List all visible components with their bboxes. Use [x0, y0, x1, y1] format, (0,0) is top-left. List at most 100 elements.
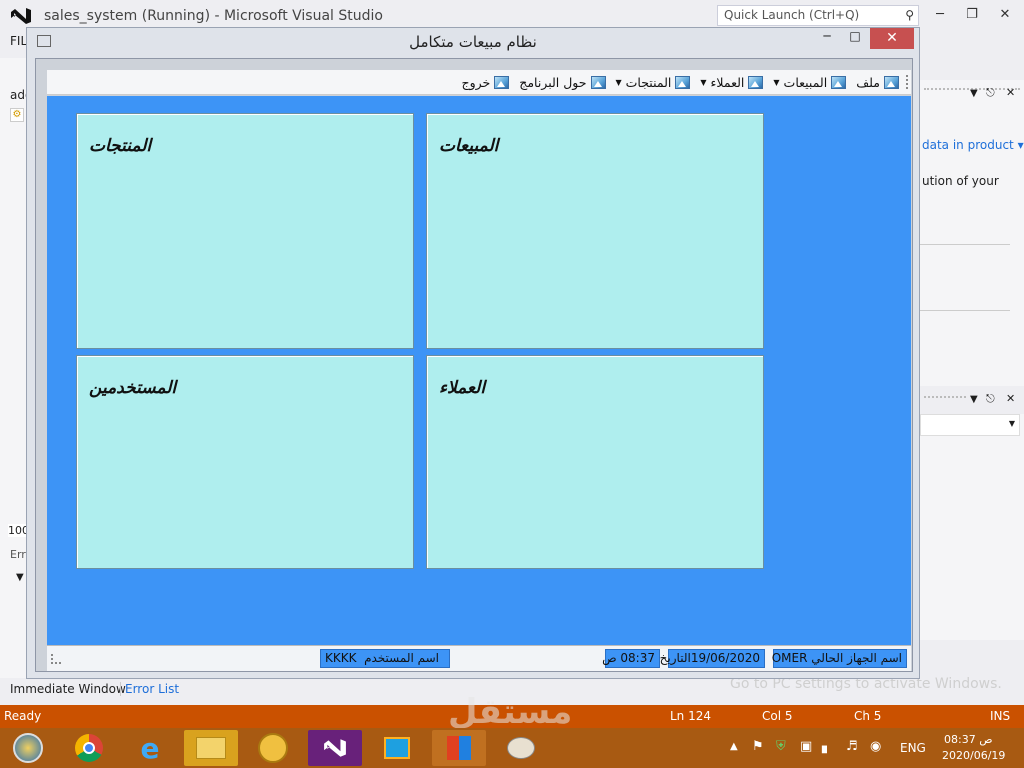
- clock-time[interactable]: 08:37 ص: [944, 733, 993, 746]
- status-ch: Ch 5: [854, 709, 882, 723]
- dropdown-arrow-icon: ▼: [773, 77, 780, 87]
- panel-customers-label: العملاء: [439, 378, 486, 398]
- start-button[interactable]: [2, 730, 54, 766]
- pin-icon[interactable]: ⎋: [986, 392, 995, 406]
- filter-icon[interactable]: ▼: [16, 572, 24, 583]
- language-indicator[interactable]: ENG: [900, 741, 926, 755]
- status-col: Col 5: [762, 709, 793, 723]
- zoom-level[interactable]: 100: [8, 524, 29, 537]
- menu-products[interactable]: المنتجات ▼: [616, 75, 691, 90]
- menu-label: المنتجات: [625, 74, 672, 90]
- panel-sales-label: المبيعات: [439, 136, 499, 156]
- taskbar-explorer[interactable]: [184, 730, 238, 766]
- link-text: data in product: [922, 138, 1014, 152]
- panel-customers[interactable]: العملاء: [426, 355, 764, 569]
- tab-error-list[interactable]: Error List: [120, 682, 179, 696]
- app-icon: [258, 733, 288, 763]
- app-client-area: ملف المبيعات ▼ العملاء ▼ المنتجات ▼ حول …: [35, 58, 913, 672]
- flag-icon[interactable]: ⚑: [752, 739, 764, 754]
- shield-icon[interactable]: ⛨: [776, 739, 786, 754]
- chrome-icon: [75, 734, 103, 762]
- minimize-button[interactable]: ─: [925, 4, 955, 26]
- picture-icon: [748, 75, 764, 89]
- window-title: sales_system (Running) - Microsoft Visua…: [44, 8, 383, 24]
- taskbar-visual-studio[interactable]: [308, 730, 362, 766]
- globe-icon[interactable]: ◉: [870, 739, 881, 754]
- data-in-product-link[interactable]: data in product ▾: [922, 138, 1024, 152]
- visual-studio-icon: [324, 739, 346, 757]
- paint-icon: [507, 737, 535, 759]
- vs-right-panel: ▼ ⎋ ✕ data in product ▾ ution of your ▼ …: [920, 80, 1024, 640]
- picture-icon: [675, 75, 691, 89]
- device-icon[interactable]: ▣: [800, 739, 812, 754]
- menu-label: خروج: [461, 74, 491, 90]
- panel-dropdown-icon[interactable]: ▼: [970, 394, 978, 405]
- app-window-icon: [447, 736, 471, 760]
- search-icon[interactable]: ⚲: [905, 8, 914, 22]
- panel-products[interactable]: المنتجات: [76, 113, 414, 349]
- panel-dropdown-icon[interactable]: ▼: [970, 88, 978, 99]
- app-main-area: المنتجات المبيعات المستخدمين العملاء: [47, 96, 911, 645]
- network-icon[interactable]: ▖: [822, 739, 832, 754]
- taskbar-windows-app[interactable]: [432, 730, 486, 766]
- divider: [920, 244, 1010, 245]
- panel-header-2: ▼ ⎋ ✕: [920, 386, 1024, 414]
- status-line: Ln 124: [670, 709, 712, 723]
- status-mode: INS: [990, 709, 1011, 723]
- status-date: 19/06/2020التاريخ: [660, 649, 765, 668]
- resize-grip-icon[interactable]: [51, 654, 61, 664]
- panel-select[interactable]: ▼: [920, 414, 1020, 436]
- picture-icon: [831, 75, 847, 89]
- menu-label: حول البرنامج: [519, 74, 587, 90]
- status-ready: Ready: [4, 709, 42, 723]
- volume-icon[interactable]: ♬: [846, 739, 858, 754]
- taskbar-media[interactable]: [370, 730, 424, 766]
- menu-exit[interactable]: خروج: [462, 75, 510, 90]
- media-player-icon: [384, 737, 410, 759]
- toolbox-icon[interactable]: ⚙: [10, 108, 24, 122]
- panel-close-icon[interactable]: ✕: [1006, 86, 1015, 99]
- panel-products-label: المنتجات: [89, 136, 152, 156]
- menu-about[interactable]: حول البرنامج: [519, 74, 606, 90]
- menu-customers[interactable]: العملاء ▼: [700, 74, 764, 90]
- internet-explorer-icon: e: [140, 731, 160, 765]
- taskbar-ie[interactable]: e: [123, 730, 177, 766]
- visual-studio-logo-icon: [11, 8, 31, 24]
- app-title-bar[interactable]: نظام مبيعات متكامل ─ □ ✕: [27, 28, 919, 58]
- taskbar-app-arabic[interactable]: [246, 730, 300, 766]
- panel-users[interactable]: المستخدمين: [76, 355, 414, 569]
- quick-launch-placeholder: Quick Launch (Ctrl+Q): [724, 8, 860, 22]
- menu-grip-handle[interactable]: [906, 75, 908, 89]
- pin-icon[interactable]: ⎋: [986, 86, 995, 100]
- quick-launch-input[interactable]: Quick Launch (Ctrl+Q) ⚲: [717, 5, 919, 26]
- folder-icon: [196, 737, 226, 759]
- clock-date[interactable]: 2020/06/19: [942, 749, 1005, 762]
- restore-button[interactable]: ❐: [957, 4, 987, 26]
- close-button[interactable]: ✕: [990, 4, 1020, 26]
- panel-sales[interactable]: المبيعات: [426, 113, 764, 349]
- taskbar-chrome[interactable]: [62, 730, 116, 766]
- app-maximize-button[interactable]: □: [841, 29, 869, 49]
- menu-file[interactable]: ملف: [856, 75, 899, 90]
- app-minimize-button[interactable]: ─: [813, 29, 841, 49]
- menu-label: المبيعات: [783, 74, 828, 90]
- picture-icon: [590, 75, 606, 89]
- status-time: 08:37 ص: [602, 649, 660, 668]
- menu-label: العملاء: [710, 74, 745, 90]
- vs-menu-file[interactable]: FIL: [10, 34, 27, 48]
- chevron-down-icon: ▼: [1008, 419, 1015, 428]
- picture-icon: [494, 75, 510, 89]
- menu-sales[interactable]: المبيعات ▼: [773, 74, 847, 90]
- taskbar-paint[interactable]: [494, 730, 548, 766]
- tray-expand-icon[interactable]: ▲: [730, 741, 738, 752]
- app-title: نظام مبيعات متكامل: [409, 33, 537, 51]
- menu-label: ملف: [856, 74, 880, 90]
- panel-close-icon[interactable]: ✕: [1006, 392, 1015, 405]
- dropdown-arrow-icon: ▼: [615, 77, 622, 87]
- tab-immediate-window[interactable]: Immediate Window: [10, 682, 126, 696]
- brand-watermark: مستقل: [448, 692, 573, 732]
- divider: [920, 310, 1010, 311]
- user-label: اسم المستخدم: [364, 651, 439, 665]
- app-close-button[interactable]: ✕: [870, 28, 914, 49]
- panel-drag-handle[interactable]: [924, 396, 966, 402]
